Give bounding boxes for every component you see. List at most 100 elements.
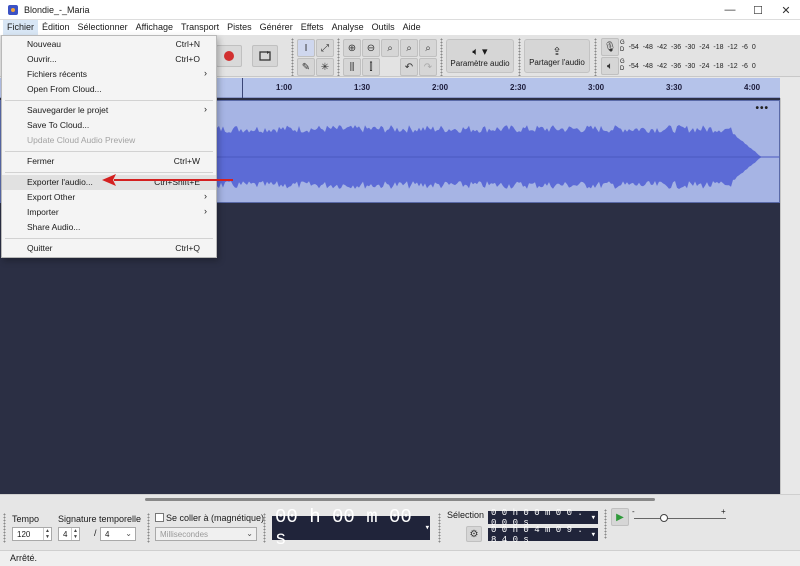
ruler-tick [242, 78, 243, 98]
redo-icon: ↷ [423, 61, 433, 73]
undo-button[interactable]: ↶ [400, 58, 418, 76]
envelope-tool-button[interactable]: ⤢ [316, 39, 334, 57]
menu-item-share-audio[interactable]: Share Audio... [2, 220, 216, 235]
menu-transport[interactable]: Transport [177, 20, 223, 35]
menu-analyse[interactable]: Analyse [328, 20, 368, 35]
trim-button[interactable]: ⫼ [343, 58, 361, 76]
menu-fichier[interactable]: Fichier [3, 20, 39, 35]
multi-tool-button[interactable]: ✳ [316, 58, 334, 76]
menu-effets[interactable]: Effets [297, 20, 328, 35]
selection-tool-button[interactable]: I [297, 39, 315, 57]
fit-project-button[interactable]: ⌕ [400, 39, 418, 57]
redo-button[interactable]: ↷ [419, 58, 437, 76]
snap-label: Se coller à (magnétique) [166, 513, 265, 523]
menu-item-nouveau[interactable]: Nouveau Ctrl+N [2, 37, 216, 52]
menu-item-export-other[interactable]: Export Other › [2, 190, 216, 205]
tempo-label: Tempo [12, 514, 40, 524]
chevron-down-icon: ▾ [590, 512, 596, 523]
menu-separator [5, 100, 213, 101]
loop-button[interactable] [252, 45, 278, 67]
fit-selection-button[interactable]: ⌕ [381, 39, 399, 57]
ruler-label: 1:30 [354, 83, 371, 92]
tempo-input[interactable]: 120 ▲ ▼ [12, 527, 52, 541]
zoom-out-button[interactable]: ⊖ [362, 39, 380, 57]
selection-start-display[interactable]: 0 0 h 0 0 m 0 0 . 0 0 0 s ▾ [488, 508, 598, 528]
signature-numerator-input[interactable]: 4 ▲ ▼ [58, 527, 80, 541]
record-meter[interactable]: G D -54 -48 -42 -36 -30 -24 -18 -12 -6 0 [620, 38, 796, 56]
chevron-down-icon: ⌄ [246, 529, 253, 538]
menu-item-fermer[interactable]: Fermer Ctrl+W [2, 154, 216, 169]
toolbar-grip[interactable] [291, 38, 294, 76]
upload-icon: ⇪ [552, 46, 562, 58]
zoom-in-button[interactable]: ⊕ [343, 39, 361, 57]
menu-item-open-from-cloud[interactable]: Open From Cloud... [2, 82, 216, 97]
playback-meter[interactable]: G D -54 -48 -42 -36 -30 -24 -18 -12 -6 0 [620, 57, 796, 75]
selection-settings-button[interactable]: ⚙ [466, 526, 482, 542]
menu-item-importer[interactable]: Importer › [2, 205, 216, 220]
zoom-toggle-button[interactable]: ⌕ [419, 39, 437, 57]
speaker-dropdown-icon: 🔈︎ ▾ [472, 45, 488, 58]
file-menu-dropdown: Nouveau Ctrl+N Ouvrir... Ctrl+O Fichiers… [1, 35, 217, 258]
ibeam-icon: I [304, 42, 308, 54]
silence-button[interactable]: ⫿ [362, 58, 380, 76]
menu-item-fichiers-recents[interactable]: Fichiers récents › [2, 67, 216, 82]
toolbar-grip[interactable] [337, 38, 340, 76]
snap-unit-select[interactable]: Millisecondes ⌄ [155, 527, 257, 541]
zoom-out-icon: ⊖ [366, 42, 376, 54]
menu-aide[interactable]: Aide [399, 20, 425, 35]
record-meter-button[interactable]: 🎙︎ [601, 38, 619, 56]
trim-icon: ⫼ [349, 61, 355, 73]
spin-arrows-icon[interactable]: ▲ ▼ [71, 528, 79, 540]
speed-slider-track[interactable] [634, 518, 726, 519]
spin-arrows-icon[interactable]: ▲ ▼ [43, 528, 51, 540]
selection-end-display[interactable]: 0 0 h 0 4 m 0 9 . 8 4 0 s ▾ [488, 525, 598, 545]
toolbar-grip[interactable] [438, 513, 441, 543]
selection-toolbar: Tempo 120 ▲ ▼ Signature temporelle 4 ▲ ▼ /… [0, 494, 800, 550]
toolbar-grip[interactable] [3, 513, 6, 543]
menu-outils[interactable]: Outils [368, 20, 399, 35]
menu-selectionner[interactable]: Sélectionner [74, 20, 132, 35]
menu-item-ouvrir[interactable]: Ouvrir... Ctrl+O [2, 52, 216, 67]
toolbar-grip[interactable] [147, 513, 150, 543]
toolbar-grip[interactable] [440, 38, 443, 76]
snap-checkbox[interactable] [155, 513, 164, 522]
menu-item-save-to-cloud[interactable]: Save To Cloud... [2, 118, 216, 133]
menu-edition[interactable]: Édition [38, 20, 74, 35]
draw-tool-button[interactable]: ✎ [297, 58, 315, 76]
menu-item-quitter[interactable]: Quitter Ctrl+Q [2, 241, 216, 256]
audio-setup-button[interactable]: 🔈︎ ▾ Paramètre audio [446, 39, 514, 73]
zoom-in-icon: ⊕ [347, 42, 357, 54]
signature-denominator-select[interactable]: 4 ⌄ [100, 527, 136, 541]
ruler-label: 3:00 [588, 83, 605, 92]
record-icon [224, 51, 234, 61]
maximize-button[interactable]: ☐ [744, 0, 772, 20]
playback-meter-button[interactable]: 🔈︎ [601, 57, 619, 75]
close-button[interactable]: ✕ [772, 0, 800, 20]
horizontal-scrollbar[interactable] [145, 498, 655, 501]
share-audio-button[interactable]: ⇪ Partager l'audio [524, 39, 590, 73]
status-text: Arrêté. [10, 553, 38, 563]
menu-generer[interactable]: Générer [256, 20, 297, 35]
signature-label: Signature temporelle [58, 514, 142, 524]
vertical-scrollbar[interactable] [780, 98, 800, 494]
signature-separator: / [94, 528, 97, 538]
record-button[interactable] [216, 45, 242, 67]
submenu-chevron-icon: › [204, 206, 207, 216]
toolbar-grip[interactable] [594, 38, 597, 76]
time-display[interactable]: 00 h 00 m 00 s ▾ [272, 506, 430, 550]
toolbar-grip[interactable] [518, 38, 521, 76]
speed-slider-thumb[interactable] [660, 514, 668, 522]
playback-meter-scale: -54 -48 -42 -36 -30 -24 -18 -12 -6 0 [628, 62, 756, 70]
play-at-speed-button[interactable]: ▶ [611, 508, 629, 526]
undo-icon: ↶ [404, 61, 414, 73]
minimize-button[interactable]: — [716, 0, 744, 20]
menu-bar: Fichier Édition Sélectionner Affichage T… [0, 20, 800, 35]
annotation-arrow-icon [102, 174, 233, 186]
menu-affichage[interactable]: Affichage [132, 20, 177, 35]
chevron-down-icon: ⌄ [125, 529, 132, 538]
record-meter-channels: G D [620, 40, 625, 53]
menu-item-sauvegarder[interactable]: Sauvegarder le projet › [2, 103, 216, 118]
toolbar-grip[interactable] [263, 513, 266, 543]
menu-pistes[interactable]: Pistes [223, 20, 256, 35]
toolbar-grip[interactable] [604, 509, 607, 539]
